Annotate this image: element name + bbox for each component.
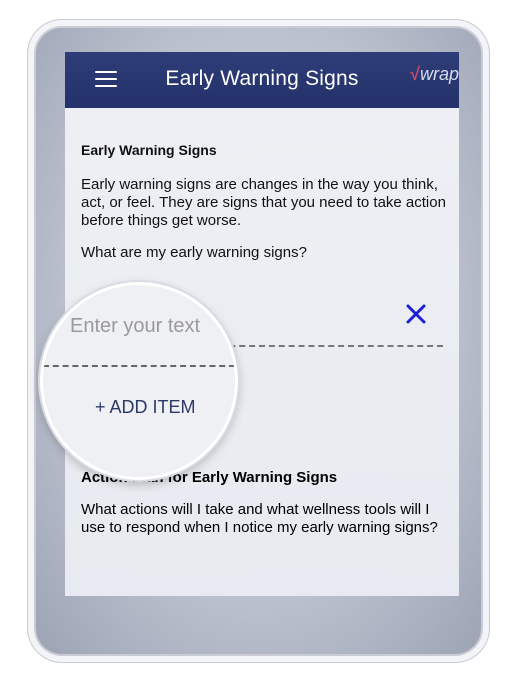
magnified-underline [43, 365, 235, 367]
page-title: Early Warning Signs [165, 67, 359, 90]
close-icon[interactable] [405, 303, 427, 325]
logo-mark: √ [410, 64, 420, 84]
section-title: Early Warning Signs [81, 142, 217, 158]
section-description: Early warning signs are changes in the w… [81, 176, 446, 229]
logo-text: wrap [419, 64, 459, 84]
magnifier-callout: Enter your text + ADD ITEM [40, 282, 238, 480]
magnified-input-placeholder: Enter your text [70, 315, 201, 337]
section-question: What are my early warning signs? [81, 244, 307, 261]
wrap-logo: √wrap [410, 64, 459, 85]
action-plan-description: What actions will I take and what wellne… [81, 501, 438, 536]
app-bar: Early Warning Signs √wrap [65, 52, 459, 108]
section-early-warning: Early Warning Signs Early warning signs … [81, 142, 447, 261]
magnified-add-item-button: + ADD ITEM [95, 397, 196, 417]
